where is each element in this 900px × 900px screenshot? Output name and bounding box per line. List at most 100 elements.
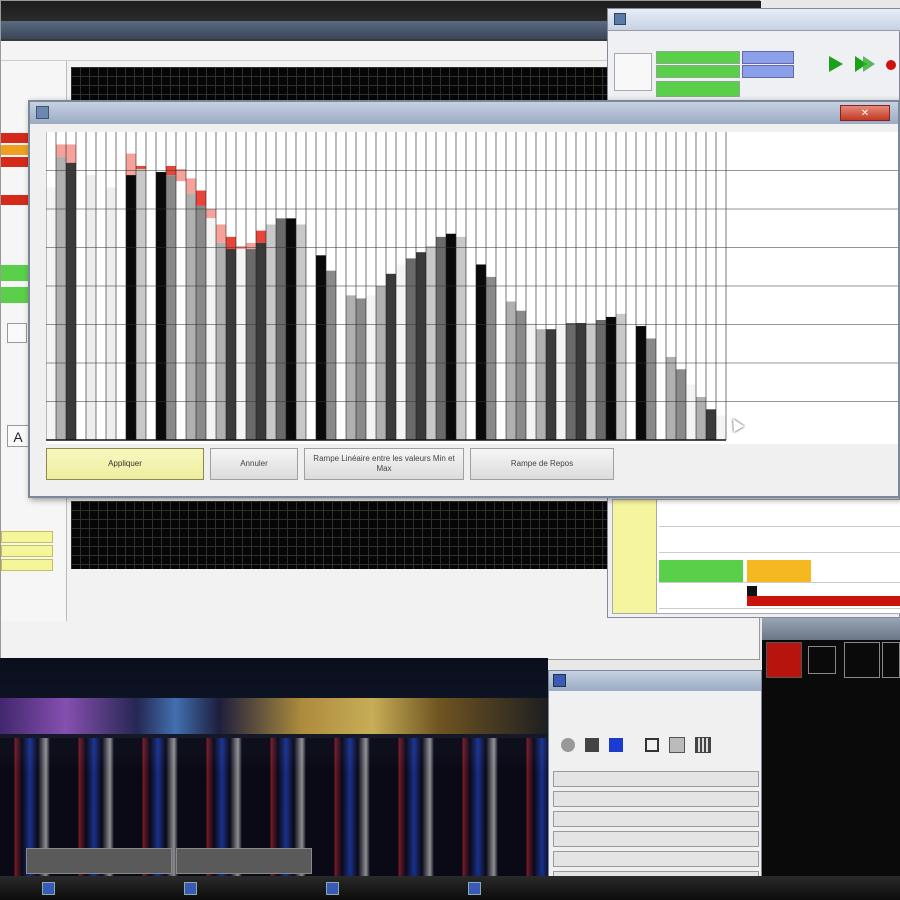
ramp-bar-gray[interactable] xyxy=(436,236,446,440)
ramp-bar-gray[interactable] xyxy=(676,369,686,440)
ramp-bar-gray[interactable] xyxy=(46,168,56,440)
ramp-bar-empty[interactable] xyxy=(526,132,536,323)
controller-blue-cell-1[interactable] xyxy=(742,51,794,64)
ramp-bar-gray[interactable] xyxy=(386,273,396,440)
left-yellow-field-1[interactable] xyxy=(1,531,53,543)
ramp-bar-empty[interactable] xyxy=(636,132,646,327)
ramp-bar-gray[interactable] xyxy=(576,322,586,440)
ramp-bar-empty[interactable] xyxy=(76,132,86,145)
ramp-bar-empty[interactable] xyxy=(486,132,496,277)
ramp-bar-empty[interactable] xyxy=(336,132,346,283)
table-green-cell[interactable] xyxy=(659,560,743,582)
ramp-bar-empty[interactable] xyxy=(656,132,666,348)
ramp-bar-empty[interactable] xyxy=(616,132,626,314)
linear-ramp-button[interactable]: Rampe Linéaire entre les valeurs Min et … xyxy=(304,448,464,480)
ramp-bar-empty[interactable] xyxy=(166,132,176,166)
ramp-bar-empty[interactable] xyxy=(596,132,606,320)
ramp-bar-empty[interactable] xyxy=(686,132,696,385)
ramp-bar-empty[interactable] xyxy=(516,132,526,311)
ramp-bar-empty[interactable] xyxy=(456,132,466,237)
ramp-bar-gray[interactable] xyxy=(276,218,286,440)
swatch-red[interactable] xyxy=(766,642,802,678)
ramp-bar-gray[interactable] xyxy=(416,252,426,440)
ramp-bar-gray[interactable] xyxy=(526,322,536,440)
ramp-bar-empty[interactable] xyxy=(276,132,286,219)
ramp-chart-svg[interactable] xyxy=(46,132,898,444)
ramp-bar-red[interactable] xyxy=(106,144,116,188)
ramp-bar-empty[interactable] xyxy=(696,132,706,397)
ramp-bar-gray[interactable] xyxy=(266,224,276,440)
ramp-bar-empty[interactable] xyxy=(666,132,676,357)
ramp-bar-gray[interactable] xyxy=(76,168,86,440)
ramp-bar-empty[interactable] xyxy=(156,132,166,173)
ramp-bar-gray[interactable] xyxy=(566,322,576,440)
close-icon[interactable]: ✕ xyxy=(840,105,890,121)
ramp-bar-gray[interactable] xyxy=(546,329,556,440)
ramp-bar-empty[interactable] xyxy=(96,132,106,145)
ramp-bar-gray[interactable] xyxy=(656,347,666,440)
ramp-bar-gray[interactable] xyxy=(456,236,466,440)
ramp-bar-empty[interactable] xyxy=(566,132,576,323)
record-icon[interactable] xyxy=(883,57,899,73)
ramp-bar-empty[interactable] xyxy=(706,132,716,410)
scissors-icon[interactable] xyxy=(614,53,652,91)
swatch-black-3[interactable] xyxy=(882,642,900,678)
ramp-bar-red[interactable] xyxy=(196,190,206,206)
ramp-bar-empty[interactable] xyxy=(46,132,56,188)
ramp-bar-empty[interactable] xyxy=(436,132,446,237)
ramp-bar-gray[interactable] xyxy=(476,264,486,440)
ramp-bar-empty[interactable] xyxy=(356,132,366,299)
ramp-bar-empty[interactable] xyxy=(286,132,296,219)
ramp-bar-empty[interactable] xyxy=(446,132,456,234)
ramp-bar-red[interactable] xyxy=(66,144,76,163)
ramp-bar-empty[interactable] xyxy=(576,132,586,323)
ramp-bar-gray[interactable] xyxy=(246,249,256,440)
ramp-bar-gray[interactable] xyxy=(536,329,546,440)
taskbar-item[interactable] xyxy=(460,878,596,898)
controller-blue-cell-2[interactable] xyxy=(742,65,794,78)
square-icon[interactable] xyxy=(585,738,599,752)
ramp-bar-gray[interactable] xyxy=(696,396,706,440)
left-yellow-field-3[interactable] xyxy=(1,559,53,571)
controller-green-cell-2[interactable] xyxy=(656,65,740,78)
ramp-bar-red[interactable] xyxy=(246,242,256,250)
main-menu-bar[interactable] xyxy=(1,41,611,61)
controller-green-cell-1[interactable] xyxy=(656,51,740,64)
controller-green-cell-3[interactable] xyxy=(656,81,740,97)
ramp-bar-gray[interactable] xyxy=(226,249,236,440)
controller-menu-bar[interactable] xyxy=(608,31,900,47)
ramp-bar-gray[interactable] xyxy=(236,249,246,440)
ramp-bar-empty[interactable] xyxy=(366,132,376,296)
preview-tab-1[interactable] xyxy=(26,848,172,874)
ramp-bar-empty[interactable] xyxy=(236,132,246,246)
ramp-bar-red[interactable] xyxy=(76,144,86,169)
ramp-bar-gray[interactable] xyxy=(166,175,176,440)
ramp-bar-empty[interactable] xyxy=(676,132,686,370)
ramp-bar-gray[interactable] xyxy=(446,233,456,440)
play-icon[interactable] xyxy=(826,53,846,75)
ramp-bar-red[interactable] xyxy=(206,209,216,219)
ramp-bar-empty[interactable] xyxy=(296,132,306,225)
ramp-bar-gray[interactable] xyxy=(286,218,296,440)
ramp-bar-gray[interactable] xyxy=(136,168,146,440)
ramp-bar-red[interactable] xyxy=(216,224,226,243)
taskbar-item[interactable] xyxy=(34,878,170,898)
ramp-bar-gray[interactable] xyxy=(156,168,166,440)
ramp-bar-empty[interactable] xyxy=(626,132,636,317)
swatch-black-2[interactable] xyxy=(844,642,880,678)
ramp-bar-chart[interactable] xyxy=(46,132,898,444)
ramp-bar-empty[interactable] xyxy=(216,132,226,225)
ramp-bar-empty[interactable] xyxy=(246,132,256,243)
ramp-bar-gray[interactable] xyxy=(426,245,436,440)
ramp-bar-gray[interactable] xyxy=(496,289,506,440)
ramp-bar-gray[interactable] xyxy=(506,301,516,440)
ramp-bar-gray[interactable] xyxy=(296,224,306,440)
ramp-bar-empty[interactable] xyxy=(106,132,116,145)
ramp-bar-gray[interactable] xyxy=(686,384,696,440)
ramp-bar-gray[interactable] xyxy=(66,162,76,441)
ramp-bar-gray[interactable] xyxy=(186,193,196,440)
ramp-bar-empty[interactable] xyxy=(386,132,396,274)
ramp-bar-empty[interactable] xyxy=(426,132,436,246)
ramp-bar-gray[interactable] xyxy=(306,236,316,440)
ramp-bar-gray[interactable] xyxy=(556,326,566,440)
